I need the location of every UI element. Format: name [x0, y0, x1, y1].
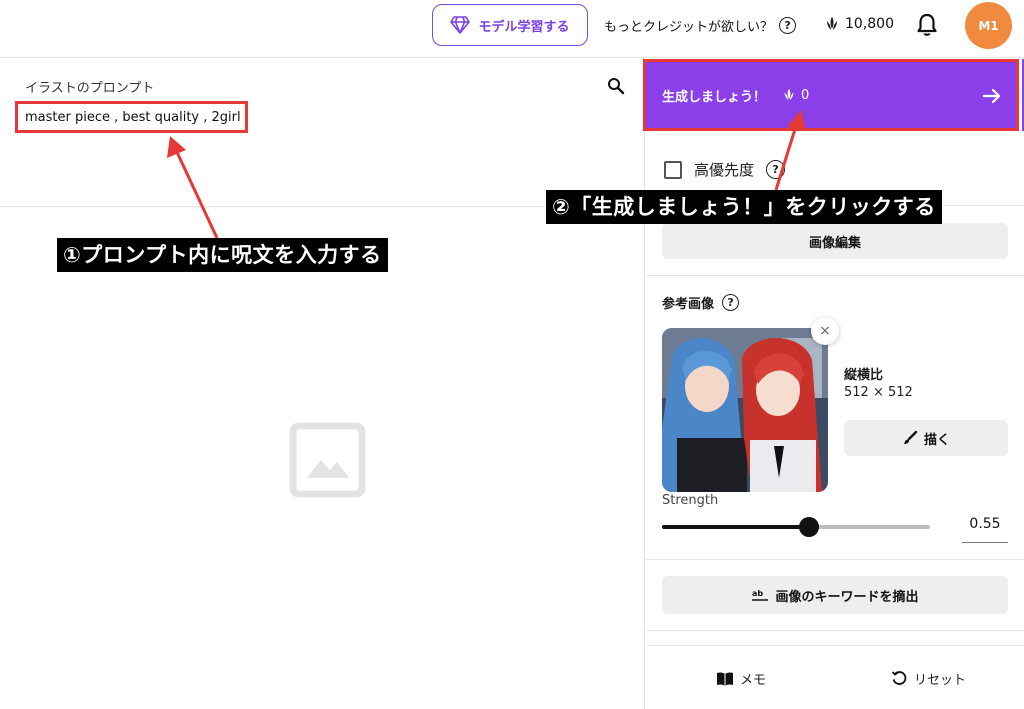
reference-image-thumbnail[interactable] [662, 328, 828, 492]
divider [646, 630, 1024, 631]
train-model-button[interactable]: モデル学習する [432, 4, 588, 46]
help-icon[interactable]: ? [779, 17, 797, 34]
book-icon [717, 671, 733, 686]
reset-button[interactable]: リセット [891, 669, 966, 688]
canvas-panel: イラストのプロンプト master piece , best quality ,… [0, 59, 645, 709]
extract-keywords-label: 画像のキーワードを摘出 [775, 589, 919, 605]
memo-label: メモ [740, 673, 767, 688]
divider [646, 559, 1024, 560]
step1-annotation: ①プロンプト内に呪文を入力する [57, 238, 388, 272]
prompt-label: イラストのプロンプト [25, 81, 155, 96]
generate-cost: 0 [782, 88, 809, 103]
bell-icon[interactable] [914, 12, 940, 38]
train-model-label: モデル学習する [478, 19, 570, 35]
strength-label: Strength [662, 493, 719, 508]
settings-panel: 生成しましょう！ 0 高優先度 ? 画像編集 参考画像 ? × 縦横比 512 … [643, 59, 1024, 709]
strength-slider-fill [662, 525, 810, 529]
credit-count: 10,800 [845, 16, 894, 32]
high-priority-checkbox[interactable] [664, 160, 682, 179]
generate-label: 生成しましょう！ [662, 89, 767, 105]
prompt-section: イラストのプロンプト master piece , best quality ,… [0, 59, 644, 207]
image-edit-button[interactable]: 画像編集 [662, 223, 1008, 259]
strength-slider[interactable] [662, 517, 930, 537]
diamond-icon [450, 16, 471, 34]
draw-label: 描く [923, 432, 950, 448]
divider [646, 645, 1024, 646]
reset-label: リセット [914, 673, 967, 688]
step2-annotation: ②「生成しましょう！」をクリックする [546, 190, 942, 224]
draw-button[interactable]: 描く [844, 420, 1008, 456]
generate-cost-value: 0 [801, 87, 810, 103]
high-priority-option[interactable]: 高優先度 ? [664, 159, 786, 180]
svg-text:ab: ab [752, 589, 763, 598]
high-priority-label: 高優先度 [694, 161, 755, 179]
help-icon[interactable]: ? [766, 160, 786, 179]
more-credits-link[interactable]: もっとクレジットが欲しい？ ? [604, 16, 797, 35]
prompt-input[interactable]: master piece , best quality , 2girl [15, 101, 248, 133]
arrow-right-icon [982, 88, 1001, 104]
image-placeholder-icon [289, 422, 366, 498]
reference-image-label: 参考画像 [662, 297, 715, 312]
reset-icon [891, 671, 907, 685]
help-icon[interactable]: ? [722, 294, 740, 311]
credit-icon [784, 88, 794, 101]
credit-icon [827, 17, 837, 30]
image-edit-label: 画像編集 [808, 235, 861, 251]
credit-balance: 10,800 [824, 16, 894, 32]
top-header: モデル学習する もっとクレジットが欲しい？ ? 10,800 M1 [0, 0, 1024, 58]
aspect-ratio-value: 512 × 512 [844, 385, 913, 400]
avatar-initials: M1 [978, 18, 999, 33]
search-icon[interactable] [607, 77, 625, 95]
strength-slider-thumb[interactable] [799, 517, 820, 537]
memo-button[interactable]: メモ [716, 669, 766, 688]
remove-reference-button[interactable]: × [811, 317, 839, 345]
extract-keywords-button[interactable]: ab 画像のキーワードを摘出 [662, 576, 1008, 614]
user-avatar[interactable]: M1 [965, 2, 1012, 49]
strength-value-input[interactable]: 0.55 [962, 516, 1008, 543]
generate-button[interactable]: 生成しましょう！ 0 [643, 59, 1019, 131]
brush-icon [903, 430, 918, 444]
divider [646, 275, 1024, 276]
aspect-ratio-label: 縦横比 [844, 368, 884, 383]
text-extract-icon: ab [752, 589, 769, 601]
reference-image-heading: 参考画像 ? [662, 293, 740, 312]
close-icon: × [819, 323, 831, 339]
more-credits-label: もっとクレジットが欲しい？ [604, 20, 774, 35]
